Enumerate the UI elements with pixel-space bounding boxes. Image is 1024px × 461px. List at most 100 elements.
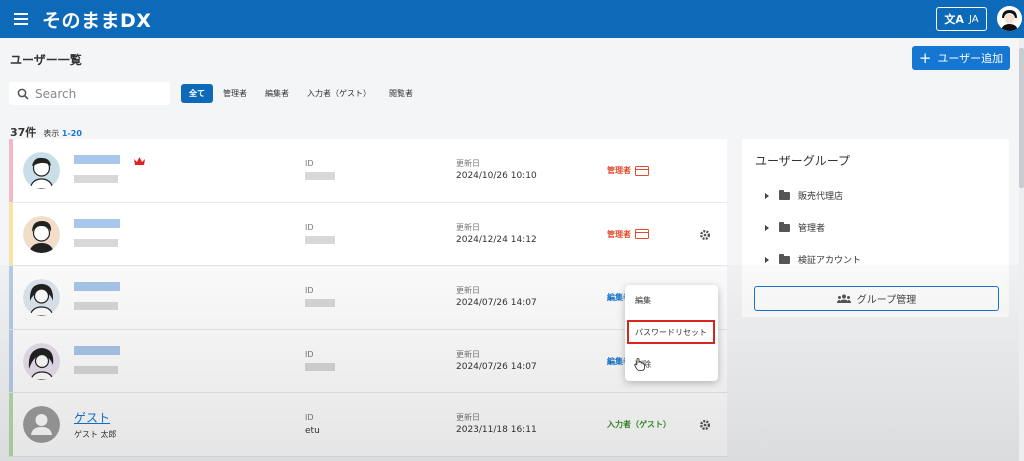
user-avatar bbox=[23, 215, 60, 253]
role-badge: 入力者（ゲスト） bbox=[607, 419, 671, 430]
user-id bbox=[305, 299, 335, 307]
user-avatar bbox=[23, 342, 60, 380]
user-list: ID 更新日 2024/10/26 10:10 管理者 ID 更新日 2024/… bbox=[9, 139, 727, 457]
add-user-label: ユーザー追加 bbox=[937, 52, 1004, 65]
user-subname bbox=[74, 175, 118, 183]
user-subname bbox=[74, 302, 118, 310]
page-scrollbar[interactable] bbox=[1019, 38, 1024, 461]
credit-card-icon bbox=[635, 229, 649, 239]
updated-date: 2024/10/26 10:10 bbox=[456, 171, 537, 181]
user-group-panel: ユーザーグループ 販売代理店 管理者 検証アカウント グループ管理 bbox=[742, 139, 1009, 317]
user-id bbox=[305, 235, 335, 244]
user-name-link[interactable]: ゲスト bbox=[74, 409, 110, 426]
filter-viewer[interactable]: 閲覧者 bbox=[381, 84, 421, 103]
expand-caret-icon[interactable] bbox=[765, 192, 769, 199]
menu-item-edit[interactable]: 編集 bbox=[635, 295, 651, 306]
expand-caret-icon[interactable] bbox=[765, 256, 769, 263]
account-avatar[interactable] bbox=[997, 6, 1022, 31]
scrollbar-thumb[interactable] bbox=[1019, 48, 1024, 188]
language-button[interactable]: 文A JA bbox=[936, 7, 987, 31]
folder-icon bbox=[779, 221, 790, 232]
crown-icon bbox=[134, 157, 145, 165]
filter-admin[interactable]: 管理者 bbox=[215, 84, 255, 103]
role-text: 管理者 bbox=[607, 229, 631, 239]
user-subname: ゲスト 太郎 bbox=[74, 430, 117, 439]
user-row[interactable]: ID 更新日 2024/07/26 14:07 編集者 bbox=[9, 266, 727, 330]
group-manage-label: グループ管理 bbox=[856, 295, 917, 306]
role-stripe bbox=[9, 202, 13, 265]
gear-icon[interactable] bbox=[699, 419, 711, 431]
result-range: 表示 1-20 bbox=[43, 128, 82, 139]
search-input[interactable] bbox=[35, 86, 155, 101]
updated-label: 更新日 bbox=[456, 286, 480, 295]
user-name-link[interactable] bbox=[74, 282, 120, 291]
add-user-button[interactable]: + ユーザー追加 bbox=[912, 46, 1010, 70]
role-text: 管理者 bbox=[607, 166, 631, 175]
app-title: そのままDX bbox=[42, 9, 152, 32]
id-label: ID bbox=[305, 349, 314, 359]
group-item[interactable]: 検証アカウント bbox=[765, 253, 861, 266]
user-row[interactable]: ID 更新日 2024/10/26 10:10 管理者 bbox=[9, 139, 727, 203]
id-label: ID bbox=[305, 286, 314, 295]
group-name: 検証アカウント bbox=[798, 256, 862, 266]
filter-editor[interactable]: 編集者 bbox=[257, 84, 297, 103]
group-item[interactable]: 販売代理店 bbox=[765, 189, 843, 202]
user-id bbox=[305, 362, 335, 371]
user-name-link[interactable] bbox=[74, 345, 120, 355]
id-label: ID bbox=[305, 222, 314, 232]
updated-label: 更新日 bbox=[456, 222, 480, 232]
gear-icon[interactable] bbox=[699, 229, 711, 241]
avatar-illustration-icon bbox=[997, 6, 1022, 31]
user-row[interactable]: ID 更新日 2024/12/24 14:12 管理者 bbox=[9, 202, 727, 266]
user-row[interactable]: ゲスト ゲスト 太郎 ID etu 更新日 2023/11/18 16:11 入… bbox=[9, 393, 727, 457]
top-app-bar: そのままDX 文A JA bbox=[0, 0, 1024, 38]
group-item[interactable]: 管理者 bbox=[765, 221, 825, 234]
user-subname bbox=[74, 238, 118, 247]
role-stripe bbox=[9, 266, 13, 329]
updated-label: 更新日 bbox=[456, 159, 480, 168]
expand-caret-icon[interactable] bbox=[765, 224, 769, 231]
user-name-link[interactable] bbox=[74, 218, 120, 228]
group-name: 販売代理店 bbox=[798, 192, 844, 202]
range-prefix: 表示 bbox=[43, 129, 60, 138]
group-name: 管理者 bbox=[798, 224, 826, 234]
hamburger-menu-icon[interactable] bbox=[14, 13, 28, 25]
range-value: 1-20 bbox=[61, 129, 82, 138]
user-subname bbox=[74, 365, 118, 374]
user-id bbox=[305, 172, 335, 180]
role-badge: 管理者 bbox=[607, 229, 649, 240]
search-box bbox=[9, 82, 170, 105]
role-badge: 管理者 bbox=[607, 165, 649, 176]
plus-icon: + bbox=[918, 48, 932, 67]
user-id: etu bbox=[305, 426, 320, 436]
id-label: ID bbox=[305, 159, 314, 168]
user-avatar bbox=[23, 406, 60, 443]
filter-all[interactable]: 全て bbox=[181, 84, 213, 103]
language-label: JA bbox=[968, 13, 979, 25]
group-icon bbox=[836, 294, 851, 303]
translate-icon: 文A bbox=[944, 13, 964, 26]
id-label: ID bbox=[305, 413, 314, 422]
user-name-link[interactable] bbox=[74, 155, 120, 164]
group-manage-button[interactable]: グループ管理 bbox=[754, 286, 999, 311]
updated-label: 更新日 bbox=[456, 349, 480, 359]
updated-date: 2024/07/26 14:07 bbox=[456, 298, 537, 308]
menu-item-password-reset[interactable]: パスワードリセット bbox=[635, 327, 707, 338]
credit-card-icon bbox=[635, 165, 649, 176]
page-title: ユーザー一覧 bbox=[10, 53, 82, 67]
user-avatar bbox=[23, 152, 60, 189]
user-row[interactable]: ID 更新日 2024/07/26 14:07 編集者 bbox=[9, 329, 727, 393]
folder-icon bbox=[779, 189, 790, 200]
filter-guest-input[interactable]: 入力者（ゲスト） bbox=[299, 84, 379, 103]
user-avatar bbox=[23, 279, 60, 316]
updated-date: 2023/11/18 16:11 bbox=[456, 425, 537, 435]
updated-date: 2024/07/26 14:07 bbox=[456, 361, 537, 372]
role-filter-tabs: 全て 管理者 編集者 入力者（ゲスト） 閲覧者 bbox=[181, 84, 423, 103]
role-stripe bbox=[9, 139, 13, 202]
result-count: 37件 bbox=[10, 126, 37, 139]
search-icon bbox=[17, 88, 29, 100]
role-text: 入力者（ゲスト） bbox=[607, 420, 671, 429]
role-stripe bbox=[9, 329, 13, 392]
result-summary: 37件 表示 1-20 bbox=[10, 124, 82, 140]
updated-date: 2024/12/24 14:12 bbox=[456, 234, 537, 245]
